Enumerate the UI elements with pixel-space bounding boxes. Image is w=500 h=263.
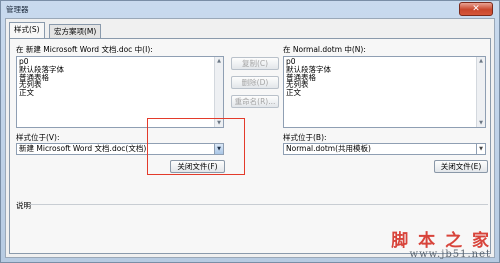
right-location-select[interactable]: Normal.dotm(共用模板) ▼ <box>283 143 486 155</box>
watermark-brand: 脚 本 之 家 <box>391 231 491 251</box>
left-list-label: 在 新建 Microsoft Word 文档.doc 中(I): <box>16 45 153 54</box>
highlight-annotation-box <box>147 118 245 175</box>
description-label: 说明 <box>16 201 31 210</box>
list-item[interactable]: 无列表 <box>286 81 474 89</box>
list-item[interactable]: 普通表格 <box>286 73 474 82</box>
right-location-label: 样式位于(B): <box>283 133 327 142</box>
scroll-up-icon[interactable]: ▲ <box>215 57 223 65</box>
styles-panel: 在 新建 Microsoft Word 文档.doc 中(I): p0 默认段落… <box>9 38 491 254</box>
manager-dialog: 管理器 ✕ 样式(S) 宏方案项(M) 在 新建 Microsoft Word … <box>0 0 500 263</box>
right-list-scrollbar[interactable]: ▲ ▼ <box>476 57 485 127</box>
list-item[interactable]: 正文 <box>286 89 474 97</box>
title-bar: 管理器 ✕ <box>1 1 499 18</box>
left-location-value: 新建 Microsoft Word 文档.doc(文档) <box>19 144 147 153</box>
right-styles-list[interactable]: p0 默认段落字体 普通表格 无列表 正文 ▲ ▼ <box>283 56 486 128</box>
list-item[interactable]: 正文 <box>19 89 212 97</box>
right-location-value: Normal.dotm(共用模板) <box>286 144 371 153</box>
left-list-items: p0 默认段落字体 普通表格 无列表 正文 <box>19 58 212 97</box>
list-item[interactable]: 无列表 <box>19 81 212 89</box>
chevron-down-icon[interactable]: ▼ <box>476 144 485 154</box>
right-list-items: p0 默认段落字体 普通表格 无列表 正文 <box>286 58 474 97</box>
dialog-title: 管理器 <box>6 5 29 14</box>
list-item[interactable]: 普通表格 <box>19 73 212 82</box>
tab-macro-project-items[interactable]: 宏方案项(M) <box>49 24 102 38</box>
description-divider <box>30 204 488 205</box>
watermark-logo: 脚 本 之 家 www.jb51.net <box>391 226 491 260</box>
close-button[interactable]: ✕ <box>459 2 493 16</box>
left-location-label: 样式位于(V): <box>16 133 60 142</box>
scroll-up-icon[interactable]: ▲ <box>477 57 485 65</box>
left-list-scrollbar[interactable]: ▲ ▼ <box>214 57 223 127</box>
tab-styles[interactable]: 样式(S) <box>9 22 45 38</box>
right-list-label: 在 Normal.dotm 中(N): <box>283 45 366 54</box>
copy-button[interactable]: 复制(C) <box>231 57 279 70</box>
close-icon: ✕ <box>472 4 480 14</box>
dialog-client: 样式(S) 宏方案项(M) 在 新建 Microsoft Word 文档.doc… <box>5 18 495 258</box>
right-close-file-button[interactable]: 关闭文件(E) <box>434 160 488 173</box>
delete-button[interactable]: 删除(D) <box>231 76 279 89</box>
rename-button[interactable]: 重命名(R)... <box>231 95 279 108</box>
scroll-down-icon[interactable]: ▼ <box>477 119 485 127</box>
